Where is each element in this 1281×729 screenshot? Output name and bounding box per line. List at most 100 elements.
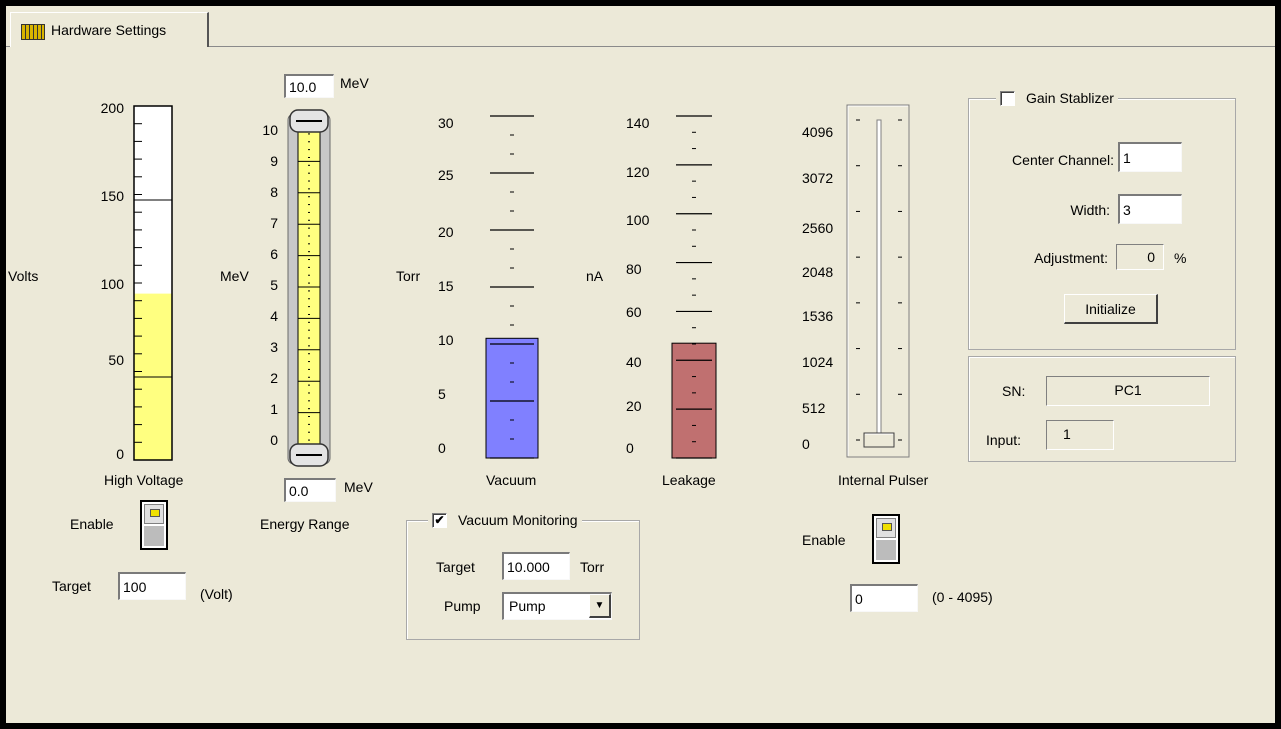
energy-tick-label: 1 bbox=[270, 401, 278, 417]
input-value: 1 bbox=[1046, 420, 1114, 450]
vacuum-tick-label: 30 bbox=[438, 115, 454, 131]
high-voltage-title: High Voltage bbox=[104, 472, 184, 488]
energy-max-input[interactable] bbox=[284, 74, 334, 98]
pulser-slider-thumb bbox=[863, 432, 895, 448]
center-channel-input[interactable] bbox=[1118, 142, 1182, 172]
vacuum-monitoring-group bbox=[406, 520, 640, 640]
energy-range-title: Energy Range bbox=[260, 516, 350, 532]
pump-selected-value: Pump bbox=[509, 598, 546, 614]
toggle-knob bbox=[876, 518, 896, 538]
energy-max-unit: MeV bbox=[340, 75, 369, 91]
vacuum-tick-label: 0 bbox=[438, 440, 446, 456]
gain-stabilizer-checkbox[interactable] bbox=[1000, 91, 1015, 106]
tab-label: Hardware Settings bbox=[51, 22, 167, 38]
hv-tick-label: 150 bbox=[100, 188, 124, 204]
energy-max-handle bbox=[289, 109, 329, 133]
vacuum-title: Vacuum bbox=[486, 472, 537, 488]
leakage-tick-label: 140 bbox=[626, 115, 650, 131]
indicator-led-icon bbox=[882, 523, 892, 531]
energy-min-handle bbox=[289, 443, 329, 467]
vacuum-tick-label: 25 bbox=[438, 167, 454, 183]
initialize-button[interactable]: Initialize bbox=[1064, 294, 1158, 324]
adjustment-label: Adjustment: bbox=[1034, 250, 1108, 266]
indicator-led-icon bbox=[150, 509, 160, 517]
na-axis-label: nA bbox=[586, 268, 604, 284]
hv-enable-label: Enable bbox=[70, 516, 114, 532]
energy-tick-label: 10 bbox=[262, 122, 278, 138]
hv-tick-label: 100 bbox=[100, 276, 124, 292]
vacuum-monitoring-title: Vacuum Monitoring bbox=[458, 512, 578, 528]
pulser-enable-label: Enable bbox=[802, 532, 846, 548]
energy-tick-label: 7 bbox=[270, 215, 278, 231]
leakage-tick-label: 0 bbox=[626, 440, 634, 456]
tab-strip: Hardware Settings bbox=[6, 6, 1275, 47]
hardware-settings-window: Hardware Settings Volts 200 150 100 50 0… bbox=[6, 6, 1275, 723]
energy-range-slider[interactable] bbox=[286, 108, 332, 470]
width-input[interactable] bbox=[1118, 194, 1182, 224]
torr-axis-label: Torr bbox=[396, 268, 421, 284]
internal-pulser-slider[interactable] bbox=[846, 104, 912, 460]
energy-tick-label: 4 bbox=[270, 308, 278, 324]
hv-target-label: Target bbox=[52, 578, 91, 594]
pulser-slider-track bbox=[876, 119, 882, 441]
vacuum-monitoring-header: ✔ Vacuum Monitoring bbox=[428, 510, 582, 530]
pulser-tick-label: 1024 bbox=[802, 354, 834, 370]
vacuum-tick-label: 5 bbox=[438, 386, 446, 402]
internal-pulser-title: Internal Pulser bbox=[838, 472, 929, 488]
pulser-tick-label: 0 bbox=[802, 436, 810, 452]
gain-stabilizer-header: Gain Stablizer bbox=[996, 88, 1118, 108]
pulser-tick-label: 1536 bbox=[802, 308, 834, 324]
vacuum-level-fill bbox=[485, 337, 539, 459]
leakage-tick-label: 60 bbox=[626, 304, 642, 320]
mev-axis-label: MeV bbox=[220, 268, 249, 284]
energy-tick-label: 5 bbox=[270, 277, 278, 293]
energy-tick-label: 9 bbox=[270, 153, 278, 169]
gain-stabilizer-title: Gain Stablizer bbox=[1026, 90, 1114, 106]
sn-label: SN: bbox=[1002, 383, 1026, 399]
adjustment-value: 0 bbox=[1116, 244, 1164, 270]
vacuum-tick-label: 20 bbox=[438, 224, 454, 240]
pulser-tick-label: 2560 bbox=[802, 220, 834, 236]
leakage-meter bbox=[671, 115, 717, 459]
hv-tick-label: 50 bbox=[108, 352, 124, 368]
leakage-tick-label: 20 bbox=[626, 398, 642, 414]
vacuum-meter bbox=[485, 115, 539, 459]
pump-label: Pump bbox=[444, 598, 481, 614]
vacuum-target-label: Target bbox=[436, 559, 475, 575]
adjustment-unit: % bbox=[1174, 250, 1187, 266]
dropdown-arrow-icon[interactable]: ▼ bbox=[589, 594, 611, 618]
pulser-tick-label: 3072 bbox=[802, 170, 834, 186]
energy-tick-label: 8 bbox=[270, 184, 278, 200]
hv-target-input[interactable] bbox=[118, 572, 186, 600]
energy-min-unit: MeV bbox=[344, 479, 373, 495]
energy-tick-label: 6 bbox=[270, 246, 278, 262]
vacuum-monitoring-checkbox[interactable]: ✔ bbox=[432, 513, 447, 528]
energy-tick-label: 3 bbox=[270, 339, 278, 355]
vacuum-target-input[interactable] bbox=[502, 552, 570, 580]
pulser-value-input[interactable] bbox=[850, 584, 918, 612]
toggle-knob bbox=[144, 504, 164, 524]
vacuum-tick-label: 15 bbox=[438, 278, 454, 294]
pulser-tick-label: 512 bbox=[802, 400, 826, 416]
pulser-tick-label: 2048 bbox=[802, 264, 834, 280]
vacuum-target-unit: Torr bbox=[580, 559, 605, 575]
hv-unit-label: (Volt) bbox=[200, 586, 233, 602]
hv-tick-label: 200 bbox=[100, 100, 124, 116]
leakage-tick-label: 100 bbox=[626, 212, 650, 228]
high-voltage-meter bbox=[133, 105, 173, 461]
hv-enable-toggle[interactable] bbox=[140, 500, 168, 550]
leakage-tick-label: 80 bbox=[626, 261, 642, 277]
toggle-lower bbox=[144, 526, 164, 546]
toggle-lower bbox=[876, 540, 896, 560]
volts-axis-label: Volts bbox=[8, 268, 39, 284]
meter-panel-icon bbox=[21, 24, 45, 40]
pulser-range-label: (0 - 4095) bbox=[932, 589, 993, 605]
energy-min-input[interactable] bbox=[284, 478, 336, 502]
pulser-enable-toggle[interactable] bbox=[872, 514, 900, 564]
hv-tick-label: 0 bbox=[116, 446, 124, 462]
pump-select[interactable]: Pump ▼ bbox=[502, 592, 612, 620]
width-label: Width: bbox=[1070, 202, 1110, 218]
input-label: Input: bbox=[986, 432, 1022, 448]
tab-hardware-settings[interactable]: Hardware Settings bbox=[10, 12, 209, 47]
leakage-title: Leakage bbox=[662, 472, 716, 488]
